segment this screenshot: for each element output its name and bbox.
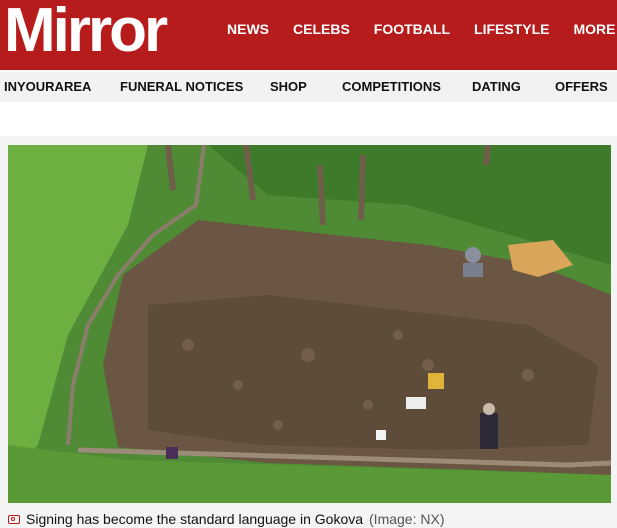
- sub-nav: INYOURAREA FUNERAL NOTICES SHOP COMPETIT…: [0, 72, 617, 102]
- article-photo[interactable]: [8, 145, 611, 503]
- mirror-logo[interactable]: Mirror: [4, 0, 168, 66]
- nav-news[interactable]: NEWS: [227, 21, 269, 37]
- masthead: Mirror NEWS CELEBS FOOTBALL LIFESTYLE MO…: [0, 0, 617, 70]
- image-caption: Signing has become the standard language…: [8, 510, 444, 528]
- subnav-offers[interactable]: OFFERS: [555, 79, 608, 94]
- nav-more-button[interactable]: MORE: [573, 21, 617, 37]
- photo-illustration: [8, 145, 611, 503]
- subnav-inyourarea[interactable]: INYOURAREA: [4, 79, 91, 94]
- subnav-dating[interactable]: DATING: [472, 79, 521, 94]
- image-credit: (Image: NX): [369, 511, 445, 527]
- nav-football[interactable]: FOOTBALL: [374, 21, 450, 37]
- subnav-shop[interactable]: SHOP: [270, 79, 307, 94]
- subnav-funeral-notices[interactable]: FUNERAL NOTICES: [120, 79, 243, 94]
- camera-icon: [8, 514, 20, 524]
- main-nav: NEWS CELEBS FOOTBALL LIFESTYLE MORE: [227, 0, 617, 58]
- nav-celebs[interactable]: CELEBS: [293, 21, 350, 37]
- caption-text: Signing has become the standard language…: [26, 511, 364, 527]
- spacer: [0, 102, 617, 136]
- nav-lifestyle[interactable]: LIFESTYLE: [474, 21, 549, 37]
- subnav-competitions[interactable]: COMPETITIONS: [342, 79, 441, 94]
- nav-more-label: MORE: [573, 21, 616, 37]
